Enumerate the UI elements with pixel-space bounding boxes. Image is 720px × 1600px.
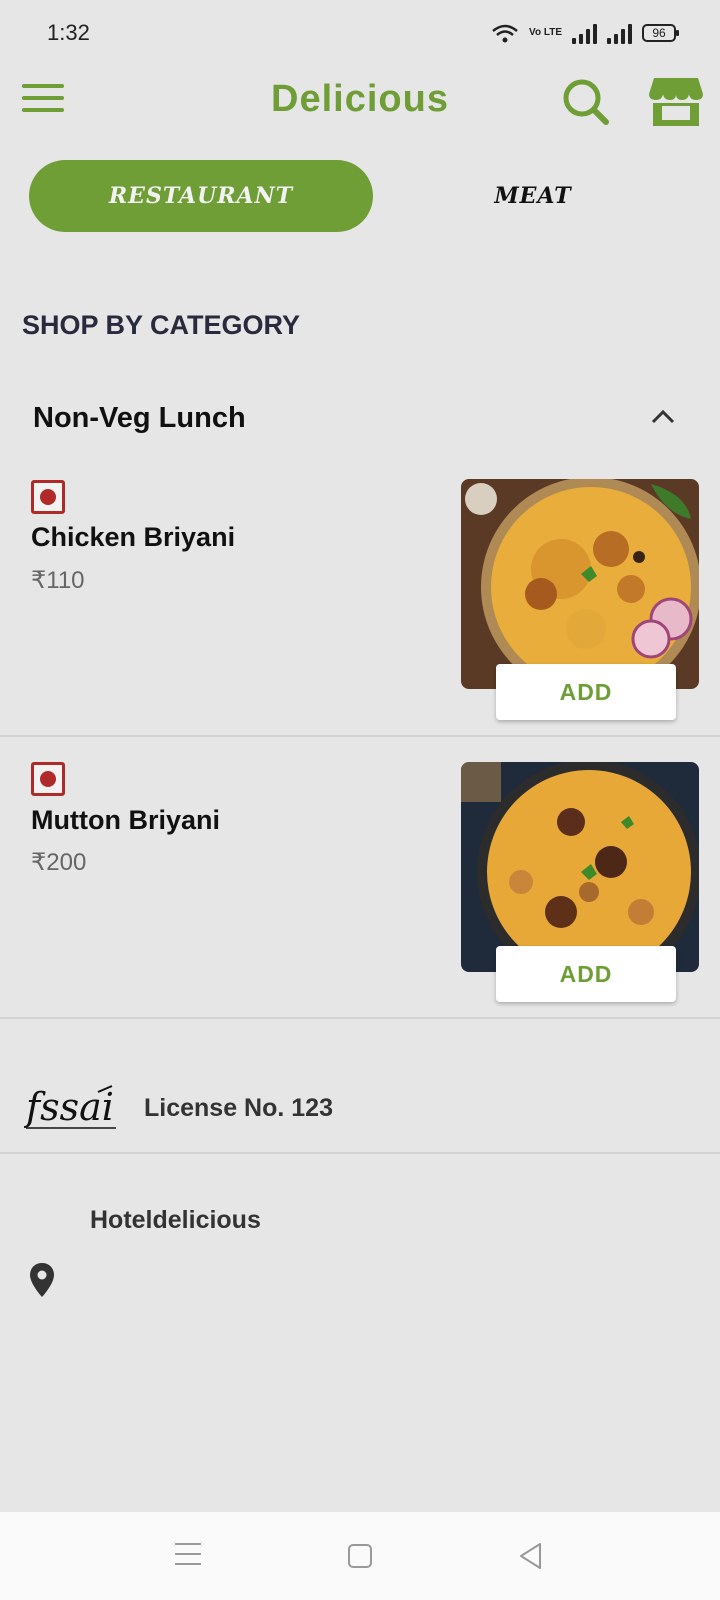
divider bbox=[0, 1017, 720, 1019]
non-veg-icon bbox=[31, 480, 65, 514]
hotel-name: Hoteldelicious bbox=[90, 1206, 261, 1234]
wifi-icon bbox=[492, 24, 518, 43]
fssai-logo: fssai bbox=[24, 1085, 116, 1129]
license-number: License No. 123 bbox=[144, 1094, 333, 1122]
divider bbox=[0, 735, 720, 737]
non-veg-icon bbox=[31, 762, 65, 796]
mutton-briyani-image bbox=[461, 762, 699, 972]
status-time: 1:32 bbox=[47, 20, 90, 45]
add-button[interactable]: ADD bbox=[496, 946, 676, 1002]
recent-apps-icon[interactable] bbox=[175, 1543, 201, 1567]
volte-indicator: Vo LTE bbox=[529, 27, 562, 38]
chevron-up-icon[interactable] bbox=[650, 404, 676, 430]
search-icon[interactable] bbox=[560, 76, 612, 128]
store-icon[interactable] bbox=[648, 76, 704, 128]
tab-restaurant[interactable]: RESTAURANT bbox=[29, 160, 373, 232]
signal-icon bbox=[607, 22, 632, 44]
app-title: Delicious bbox=[271, 78, 449, 120]
map-pin-icon bbox=[30, 1263, 54, 1297]
item-price: ₹200 bbox=[31, 849, 87, 876]
divider bbox=[0, 1152, 720, 1154]
add-button[interactable]: ADD bbox=[496, 664, 676, 720]
signal-icon bbox=[572, 22, 597, 44]
item-name: Chicken Briyani bbox=[31, 522, 236, 552]
item-name: Mutton Briyani bbox=[31, 805, 220, 835]
battery-icon: 96 bbox=[642, 24, 679, 42]
home-icon[interactable] bbox=[348, 1544, 372, 1568]
item-price: ₹110 bbox=[31, 567, 85, 594]
back-icon[interactable] bbox=[518, 1542, 544, 1570]
category-title[interactable]: Non-Veg Lunch bbox=[33, 402, 246, 435]
status-icons: Vo LTE 96 bbox=[491, 22, 679, 44]
tab-meat[interactable]: MEAT bbox=[373, 160, 693, 232]
section-heading: SHOP BY CATEGORY bbox=[22, 310, 301, 340]
chicken-briyani-image bbox=[461, 479, 699, 689]
